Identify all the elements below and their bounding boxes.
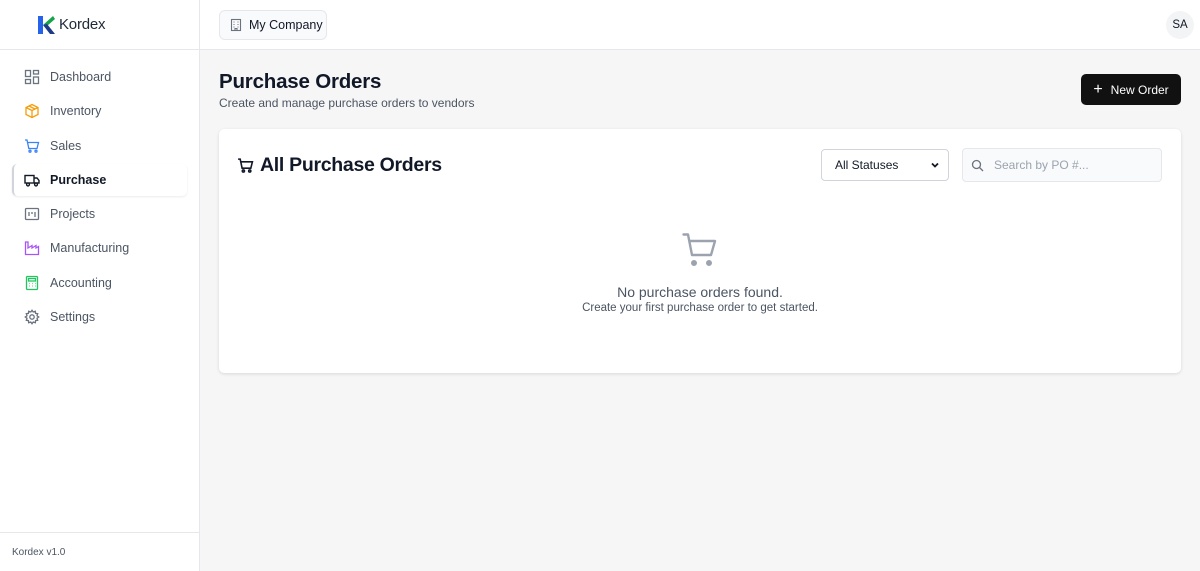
sidebar-item-label: Accounting — [50, 275, 112, 290]
chevron-down-icon — [931, 162, 939, 168]
dashboard-icon — [24, 69, 40, 85]
sidebar-item-purchase[interactable]: Purchase — [12, 163, 187, 196]
sidebar-item-dashboard[interactable]: Dashboard — [12, 61, 187, 93]
kanban-icon — [24, 206, 40, 222]
sidebar-item-manufacturing[interactable]: Manufacturing — [12, 232, 187, 264]
sidebar-item-inventory[interactable]: Inventory — [12, 95, 187, 127]
company-switcher-button[interactable]: My Company — [219, 10, 327, 40]
box-icon — [24, 103, 40, 119]
sidebar-item-label: Inventory — [50, 104, 102, 119]
empty-state-title: No purchase orders found. — [617, 284, 783, 300]
calculator-icon — [24, 275, 40, 291]
new-order-label: New Order — [1110, 82, 1169, 97]
company-name: My Company — [249, 18, 323, 32]
sidebar-item-sales[interactable]: Sales — [12, 130, 187, 162]
new-order-button[interactable]: + New Order — [1081, 74, 1181, 105]
sidebar-item-label: Purchase — [50, 172, 107, 187]
sidebar-item-label: Projects — [50, 207, 96, 222]
search-icon — [971, 159, 984, 171]
user-avatar[interactable]: SA — [1166, 11, 1194, 39]
plus-icon: + — [1093, 80, 1103, 98]
status-filter-select[interactable]: All Statuses — [821, 149, 949, 181]
truck-icon — [24, 172, 40, 188]
kordex-logo-icon — [38, 15, 55, 34]
search-input[interactable] — [994, 158, 1154, 172]
empty-cart-icon — [682, 233, 717, 267]
empty-state-subtitle: Create your first purchase order to get … — [582, 302, 818, 314]
cart-icon — [238, 158, 254, 173]
app-name: Kordex — [59, 16, 106, 33]
sidebar-item-accounting[interactable]: Accounting — [12, 267, 187, 299]
sidebar-item-label: Sales — [50, 138, 82, 153]
app-logo[interactable]: Kordex — [0, 0, 199, 50]
sidebar: Kordex Dashboard Inventory Sales Purchas… — [0, 0, 200, 571]
sidebar-item-projects[interactable]: Projects — [12, 198, 187, 230]
sidebar-item-label: Dashboard — [50, 70, 112, 84]
page-subtitle: Create and manage purchase orders to ven… — [219, 96, 475, 110]
gear-icon — [24, 309, 40, 325]
status-filter-value: All Statuses — [835, 158, 899, 172]
sidebar-item-settings[interactable]: Settings — [12, 301, 187, 333]
search-box[interactable] — [962, 148, 1162, 182]
card-title-text: All Purchase Orders — [260, 154, 442, 176]
page-title: Purchase Orders — [219, 70, 382, 93]
card-title: All Purchase Orders — [237, 154, 442, 177]
sidebar-item-label: Settings — [50, 310, 96, 325]
purchase-orders-card: All Purchase Orders All Statuses No purc… — [219, 129, 1181, 373]
sidebar-nav: Dashboard Inventory Sales Purchase Proje… — [0, 50, 199, 333]
building-icon — [230, 18, 242, 32]
topbar: My Company SA — [200, 0, 1200, 50]
factory-icon — [24, 240, 40, 256]
cart-icon — [24, 138, 40, 154]
app-version: Kordex v1.0 — [0, 532, 200, 571]
sidebar-item-label: Manufacturing — [50, 241, 130, 256]
